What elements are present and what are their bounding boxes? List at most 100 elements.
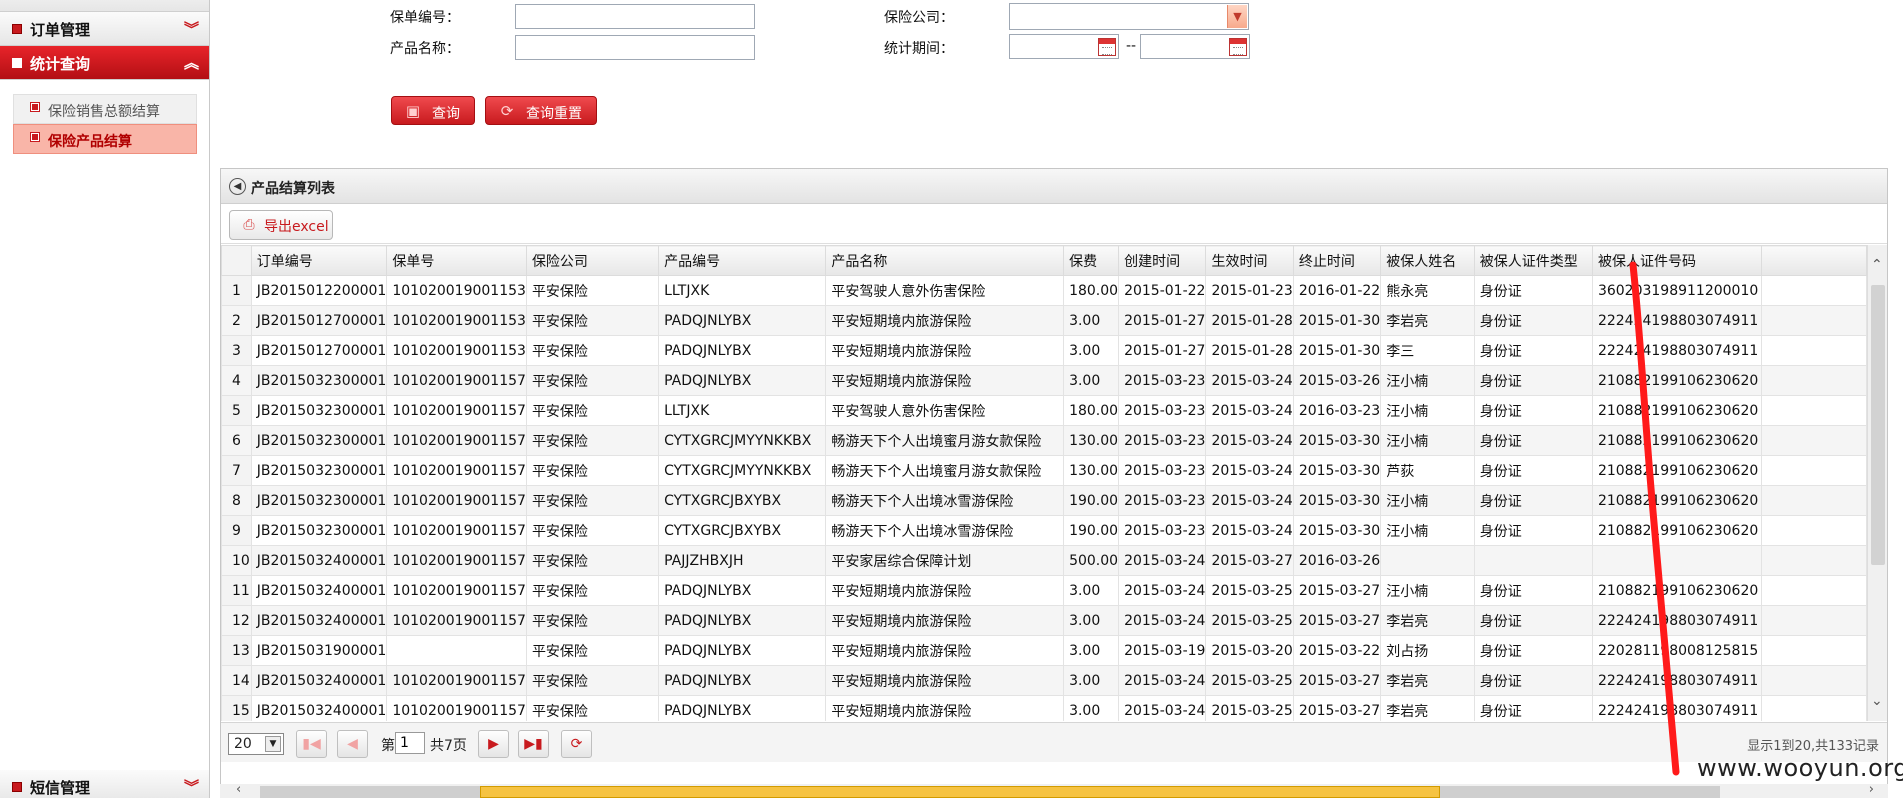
last-page-button[interactable]: ▶▮ (518, 730, 549, 758)
table-cell: 平安保险 (525, 695, 660, 721)
page-number-input[interactable] (395, 732, 425, 754)
result-panel: ◀ 产品结算列表 ⎙ 导出excel 订单编号 保单号 保险公司 产品编号 产品名称 保费… (220, 168, 1888, 798)
scroll-right-icon[interactable]: › (1869, 782, 1874, 797)
column-header[interactable]: 生效时间 (1205, 245, 1294, 276)
table-cell: 3.00 (1063, 305, 1120, 336)
table-cell: 2015-03-30 (1292, 455, 1382, 486)
settlement-table: 订单编号 保单号 保险公司 产品编号 产品名称 保费 创建时间 生效时间 终止时间 被保人姓名 被保… (221, 245, 1867, 721)
column-header[interactable]: 保单号 (386, 245, 527, 276)
table-cell: 2016-01-22 (1292, 275, 1382, 306)
page-size-value: 20 (234, 736, 252, 752)
table-cell: 3.00 (1063, 575, 1120, 606)
table-row[interactable]: 13 JB2015031900001 平安保险 PADQJNLYBX 平安短期境内旅游保… (221, 635, 1867, 666)
scroll-down-icon[interactable]: ⌄ (1871, 693, 1883, 709)
table-cell: 身份证 (1473, 335, 1593, 366)
sidebar-subitem-product-settlement[interactable]: 保险产品结算 (13, 124, 197, 154)
sidebar-item-label: 订单管理 (30, 21, 91, 39)
table-row[interactable]: 7 JB2015032300001 101020019001157 平安保险 CYTXG… (221, 455, 1867, 486)
row-number: 4 (221, 365, 252, 396)
policy-no-input[interactable] (515, 4, 755, 29)
table-row[interactable]: 2 JB2015012700001 101020019001153 平安保险 PADQJ… (221, 305, 1867, 336)
scroll-thumb[interactable] (1871, 285, 1885, 565)
table-row[interactable]: 4 JB2015032300001 101020019001157 平安保险 PADQJ… (221, 365, 1867, 396)
column-header[interactable]: 产品编号 (658, 245, 827, 276)
reset-button[interactable]: ⟳ 查询重置 (485, 96, 597, 125)
table-row[interactable]: 11 JB2015032400001 101020019001157 平安保险 PADQ… (221, 575, 1867, 606)
calendar-icon[interactable] (1098, 38, 1116, 56)
table-cell-filler (1761, 665, 1867, 696)
table-cell: 汪小楠 (1380, 365, 1475, 396)
watermark: www.wooyun.org (1697, 754, 1903, 782)
collapse-icon[interactable]: ◀ (229, 178, 246, 195)
next-page-button[interactable]: ▶ (478, 730, 509, 758)
sidebar-item-order-mgmt[interactable]: 订单管理 ︾ (0, 12, 209, 46)
column-header[interactable]: 产品名称 (825, 245, 1065, 276)
table-cell: 2015-03-23 (1118, 455, 1207, 486)
refresh-button[interactable]: ⟳ (561, 730, 592, 758)
period-end-date[interactable] (1140, 34, 1250, 59)
table-row[interactable]: 6 JB2015032300001 101020019001157 平安保险 CYTXG… (221, 425, 1867, 456)
table-row[interactable]: 10 JB2015032400001 101020019001157 平安保险 PAJJ… (221, 545, 1867, 576)
row-number: 10 (221, 545, 252, 576)
chevron-down-icon: ▼ (1227, 5, 1247, 28)
column-header[interactable]: 终止时间 (1292, 245, 1382, 276)
table-row[interactable]: 15 JB2015032400001 101020019001157 平安保险 PADQ… (221, 695, 1867, 721)
vertical-scrollbar[interactable]: ⌃ ⌄ (1867, 245, 1887, 721)
row-number: 12 (221, 605, 252, 636)
table-cell: 101020019001157 (386, 605, 527, 636)
table-cell: 身份证 (1473, 425, 1593, 456)
table-cell: 101020019001157 (386, 365, 527, 396)
sidebar-subitem-sales-total[interactable]: 保险销售总额结算 (13, 94, 197, 124)
table-cell: 2015-03-24 (1205, 395, 1294, 426)
sidebar-item-partial[interactable] (0, 0, 209, 12)
page-info: 显示1到20,共133记录 (1747, 739, 1879, 754)
table-cell-filler (1761, 275, 1867, 306)
column-header[interactable]: 订单编号 (250, 245, 388, 276)
table-cell: 2015-01-22 (1118, 275, 1207, 306)
query-button[interactable]: ▣ 查询 (391, 96, 475, 125)
column-header[interactable]: 被保人姓名 (1380, 245, 1475, 276)
scroll-up-icon[interactable]: ⌃ (1871, 257, 1883, 273)
table-cell: 210882199106230620 (1591, 485, 1763, 516)
column-header[interactable]: 被保人证件类型 (1473, 245, 1593, 276)
square-icon (12, 58, 22, 68)
export-excel-button[interactable]: ⎙ 导出excel (229, 210, 333, 240)
table-cell: 210882199106230620 (1591, 425, 1763, 456)
table-row[interactable]: 1 JB2015012200001 101020019001153 平安保险 LLTJX… (221, 275, 1867, 306)
table-cell: JB2015012700001 (250, 305, 388, 336)
table-row[interactable]: 14 JB2015032400001 101020019001157 平安保险 PADQ… (221, 665, 1867, 696)
table-row[interactable]: 12 JB2015032400001 101020019001157 平安保险 PADQ… (221, 605, 1867, 636)
column-header[interactable]: 保费 (1063, 245, 1120, 276)
horizontal-scrollbar[interactable]: ‹ › (220, 782, 1888, 798)
page-size-select[interactable]: 20 ▼ (228, 733, 284, 755)
table-cell: 3.00 (1063, 605, 1120, 636)
policy-no-label: 保单编号： (390, 10, 460, 26)
table-cell: 平安保险 (525, 335, 660, 366)
table-cell: 210882199106230620 (1591, 365, 1763, 396)
column-header[interactable]: 被保人证件号码 (1591, 245, 1763, 276)
table-cell: 畅游天下个人出境蜜月游女款保险 (825, 455, 1065, 486)
table-row[interactable]: 3 JB2015012700001 101020019001153 平安保险 PADQJ… (221, 335, 1867, 366)
table-row[interactable]: 8 JB2015032300001 101020019001157 平安保险 CYTXG… (221, 485, 1867, 516)
period-start-date[interactable] (1009, 34, 1119, 59)
column-header[interactable]: 保险公司 (525, 245, 660, 276)
table-cell: 222424198803074911 (1591, 335, 1763, 366)
table-row[interactable]: 5 JB2015032300001 101020019001157 平安保险 LLTJX… (221, 395, 1867, 426)
sidebar-item-stats-query[interactable]: 统计查询 ︽ (0, 46, 209, 80)
sidebar-item-sms-mgmt[interactable]: 短信管理 ︾ (0, 770, 209, 798)
table-cell: 平安保险 (525, 515, 660, 546)
product-name-input[interactable] (515, 35, 755, 60)
calendar-icon[interactable] (1229, 38, 1247, 56)
table-cell: 平安保险 (525, 305, 660, 336)
first-page-button[interactable]: ▮◀ (296, 730, 327, 758)
table-cell: LLTJXK (658, 395, 827, 426)
table-cell: 刘占扬 (1380, 635, 1475, 666)
column-header[interactable]: 创建时间 (1118, 245, 1207, 276)
prev-page-button[interactable]: ◀ (337, 730, 368, 758)
scroll-thumb[interactable] (480, 786, 1440, 798)
company-select[interactable]: ▼ (1009, 3, 1249, 30)
scroll-left-icon[interactable]: ‹ (236, 782, 241, 797)
table-row[interactable]: 9 JB2015032300001 101020019001157 平安保险 CYTXG… (221, 515, 1867, 546)
table-cell: 平安短期境内旅游保险 (825, 605, 1065, 636)
table-cell: 2015-03-24 (1205, 425, 1294, 456)
